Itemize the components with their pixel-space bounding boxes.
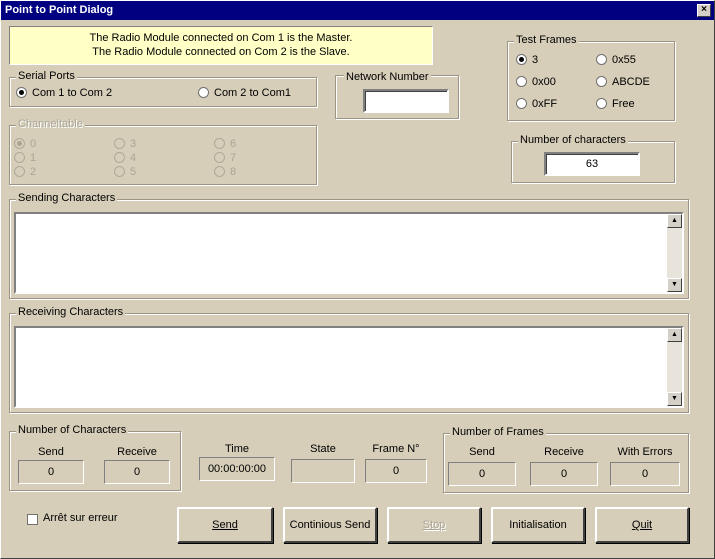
char-send-label: Send: [38, 446, 64, 458]
channel-option-2[interactable]: 2: [14, 166, 36, 179]
radio-com2-to-com1[interactable]: Com 2 to Com1: [198, 87, 291, 100]
frame-counts-label: Number of Frames: [450, 426, 546, 438]
receiving-characters-textarea[interactable]: ▲ ▼: [14, 326, 684, 408]
sending-scrollbar[interactable]: ▲ ▼: [667, 214, 682, 292]
frame-errors-value: 0: [610, 462, 680, 486]
network-number-input[interactable]: [363, 89, 449, 113]
channel-option-7[interactable]: 7: [214, 152, 236, 165]
stop-on-error-checkbox[interactable]: [27, 514, 38, 525]
network-number-group: Network Number: [335, 71, 459, 119]
close-button[interactable]: ×: [697, 4, 711, 17]
frame-number-label: Frame N°: [372, 443, 420, 455]
frame-send-label: Send: [469, 446, 495, 458]
channel-option-8[interactable]: 8: [214, 166, 236, 179]
stop-button[interactable]: Stop: [387, 507, 481, 543]
frame-counts-group: Number of Frames Send 0 Receive 0 With E…: [443, 426, 689, 493]
sending-characters-group: Sending Characters ▲ ▼: [9, 192, 689, 299]
receiving-characters-group: Receiving Characters ▲ ▼: [9, 306, 689, 413]
channel-option-4[interactable]: 4: [114, 152, 136, 165]
test-frames-label: Test Frames: [514, 34, 579, 46]
frame-errors-label: With Errors: [617, 446, 673, 458]
char-counts-label: Number of Characters: [16, 424, 129, 436]
char-send-value: 0: [18, 460, 84, 484]
time-value: 00:00:00:00: [199, 457, 275, 481]
radio-dot-icon: [114, 138, 125, 149]
radio-dot-icon: [516, 76, 527, 87]
window-title: Point to Point Dialog: [5, 4, 114, 16]
test-frames-group: Test Frames 3 0x00 0xFF 0x55 ABCDE Free: [507, 34, 675, 121]
sending-characters-textarea[interactable]: ▲ ▼: [14, 212, 684, 294]
info-line-master: The Radio Module connected on Com 1 is t…: [89, 32, 353, 44]
frame-send-value: 0: [448, 462, 516, 486]
channel-option-0[interactable]: 0: [14, 138, 36, 151]
serial-ports-group: Serial Ports Com 1 to Com 2 Com 2 to Com…: [9, 70, 317, 107]
send-button[interactable]: Send: [177, 507, 273, 543]
char-counts-group: Number of Characters Send 0 Receive 0: [9, 424, 181, 491]
frame-receive-label: Receive: [544, 446, 584, 458]
state-label: State: [310, 443, 336, 455]
network-number-label: Network Number: [344, 71, 431, 83]
frame-option-0xff[interactable]: 0xFF: [516, 98, 557, 111]
initialisation-button[interactable]: Initialisation: [491, 507, 585, 543]
state-value: [291, 459, 355, 483]
receiving-scrollbar[interactable]: ▲ ▼: [667, 328, 682, 406]
frame-option-0x00[interactable]: 0x00: [516, 76, 556, 89]
frame-number-value: 0: [365, 459, 427, 483]
receiving-characters-label: Receiving Characters: [16, 306, 126, 318]
radio-dot-icon: [114, 152, 125, 163]
radio-dot-icon: [114, 166, 125, 177]
number-of-characters-label: Number of characters: [518, 134, 628, 146]
radio-dot-icon: [596, 76, 607, 87]
scroll-down-icon[interactable]: ▼: [667, 278, 682, 292]
radio-com1-to-com2[interactable]: Com 1 to Com 2: [16, 87, 112, 100]
point-to-point-dialog: Point to Point Dialog × The Radio Module…: [0, 0, 715, 559]
radio-dot-icon: [596, 98, 607, 109]
char-receive-value: 0: [104, 460, 170, 484]
radio-dot-icon: [516, 98, 527, 109]
radio-dot-icon: [14, 138, 25, 149]
scroll-up-icon[interactable]: ▲: [667, 328, 682, 342]
frame-option-3[interactable]: 3: [516, 54, 538, 67]
info-line-slave: The Radio Module connected on Com 2 is t…: [92, 46, 350, 58]
radio-dot-icon: [214, 152, 225, 163]
close-icon: ×: [701, 4, 707, 15]
frame-option-abcde[interactable]: ABCDE: [596, 76, 650, 89]
scroll-up-icon[interactable]: ▲: [667, 214, 682, 228]
channeltable-group: Channeltable 0 1 2 3 4 5 6 7 8: [9, 118, 317, 185]
radio-dot-icon: [198, 87, 209, 98]
serial-ports-label: Serial Ports: [16, 70, 77, 82]
stop-on-error-label: Arrêt sur erreur: [43, 512, 118, 524]
channel-option-1[interactable]: 1: [14, 152, 36, 165]
scroll-down-icon[interactable]: ▼: [667, 392, 682, 406]
radio-dot-icon: [214, 166, 225, 177]
info-message: The Radio Module connected on Com 1 is t…: [9, 26, 433, 65]
radio-dot-icon: [596, 54, 607, 65]
radio-dot-icon: [14, 152, 25, 163]
channel-option-3[interactable]: 3: [114, 138, 136, 151]
continuous-send-button[interactable]: Continious Send: [283, 507, 377, 543]
radio-dot-icon: [14, 166, 25, 177]
number-of-characters-group: Number of characters 63: [511, 134, 675, 183]
frame-option-0x55[interactable]: 0x55: [596, 54, 636, 67]
channel-option-5[interactable]: 5: [114, 166, 136, 179]
radio-dot-icon: [214, 138, 225, 149]
number-of-characters-input[interactable]: 63: [544, 152, 640, 176]
time-label: Time: [224, 443, 250, 455]
frame-option-free[interactable]: Free: [596, 98, 635, 111]
title-bar: Point to Point Dialog ×: [1, 1, 714, 20]
radio-dot-icon: [516, 54, 527, 65]
frame-receive-value: 0: [530, 462, 598, 486]
channel-option-6[interactable]: 6: [214, 138, 236, 151]
channeltable-label: Channeltable: [16, 118, 85, 130]
char-receive-label: Receive: [117, 446, 157, 458]
sending-characters-label: Sending Characters: [16, 192, 118, 204]
radio-dot-icon: [16, 87, 27, 98]
quit-button[interactable]: Quit: [595, 507, 689, 543]
